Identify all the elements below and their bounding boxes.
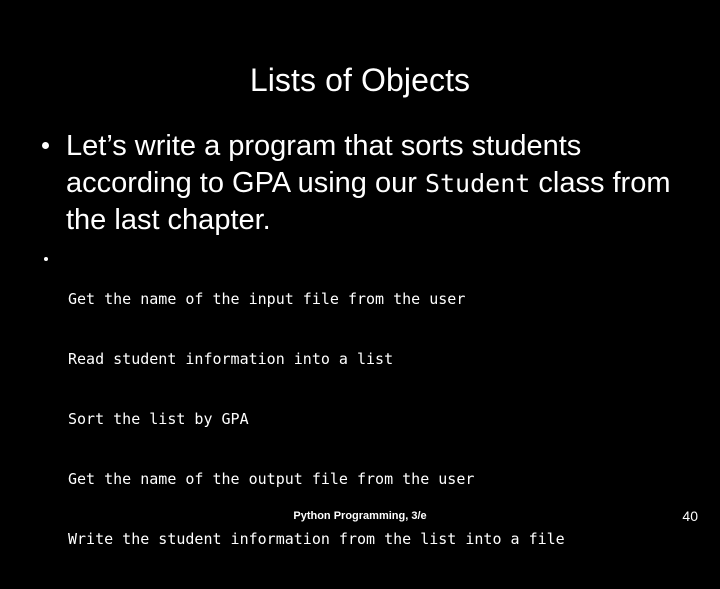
pseudocode-line: Write the student information from the l… — [68, 530, 565, 548]
inline-code-student-class: Student — [424, 169, 531, 198]
bullet-primary-text: Let’s write a program that sorts student… — [66, 128, 692, 239]
sub-bullet-dot-icon — [44, 257, 48, 261]
page-title: Lists of Objects — [249, 62, 471, 98]
bullet-item-secondary: Get the name of the input file from the … — [28, 249, 692, 589]
pseudocode-line: Read student information into a list — [68, 350, 394, 368]
slide-page-number: 40 — [682, 508, 698, 524]
pseudocode-line: Sort the list by GPA — [68, 410, 249, 428]
slide-canvas: Lists of Objects Let’s write a program t… — [0, 0, 720, 548]
pseudocode-line: Get the name of the output file from the… — [68, 470, 475, 488]
bullet-item-primary: Let’s write a program that sorts student… — [28, 128, 692, 239]
footer-attribution: Python Programming, 3/e — [293, 510, 427, 522]
pseudocode-block: Get the name of the input file from the … — [68, 249, 692, 589]
bullet-dot-icon — [42, 142, 49, 149]
pseudocode-line: Get the name of the input file from the … — [68, 290, 466, 308]
